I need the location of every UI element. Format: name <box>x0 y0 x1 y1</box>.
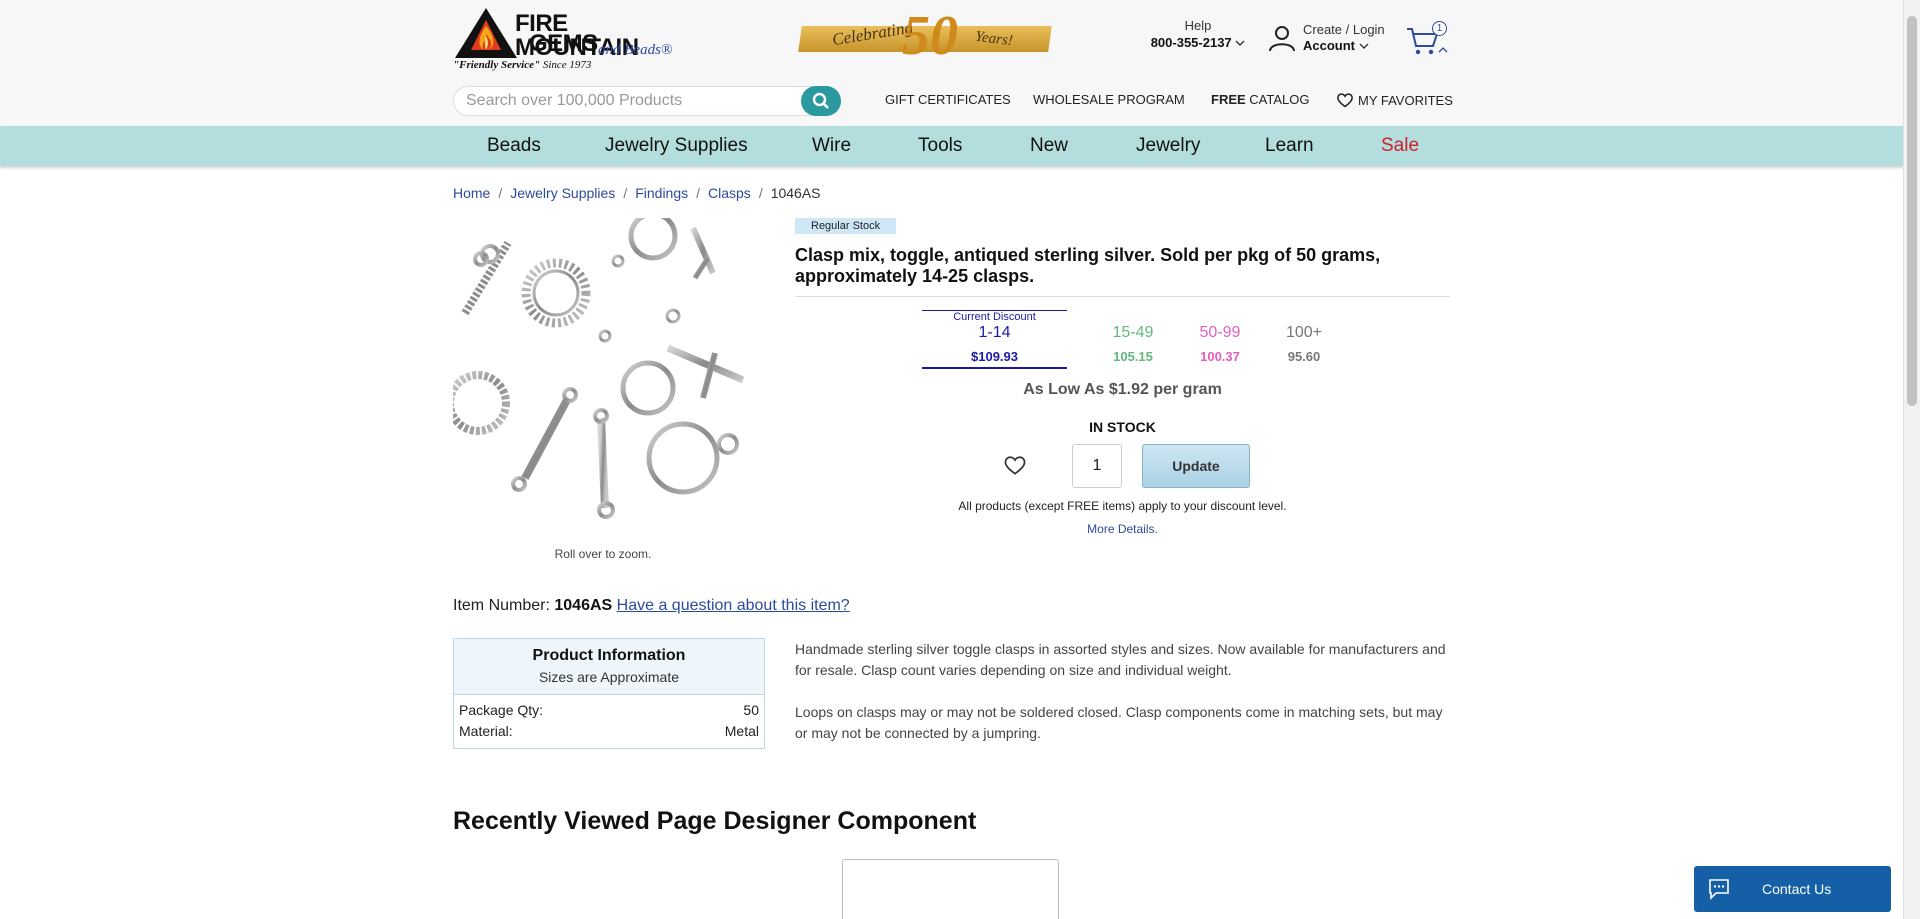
add-favorite-button[interactable] <box>1003 454 1027 481</box>
search-button[interactable] <box>801 86 841 116</box>
contact-us-button[interactable]: Contact Us <box>1694 866 1891 912</box>
help-phone: 800-355-2137 <box>1148 35 1248 50</box>
tier-qty-3: 50-99 <box>1199 324 1241 341</box>
stock-status: IN STOCK <box>1089 419 1156 435</box>
logo-beads: and Beads® <box>598 42 673 58</box>
gift-certificates-link[interactable]: GIFT CERTIFICATES <box>885 92 1011 107</box>
product-info-table: Product Information Sizes are Approximat… <box>453 638 765 749</box>
tier-price-2: 105.15 <box>1113 349 1153 364</box>
logo-text-line2: GEMS <box>529 30 598 57</box>
breadcrumb-findings[interactable]: Findings <box>635 185 688 201</box>
help-label: Help <box>1184 18 1212 33</box>
tier-qty-1: 1-14 <box>978 324 1011 341</box>
tier-qty-4: 100+ <box>1285 324 1323 341</box>
scrollbar-thumb[interactable] <box>1907 16 1917 406</box>
description-paragraph: Loops on clasps may or may not be solder… <box>795 704 1443 741</box>
clasp-photo <box>453 218 745 519</box>
item-number: Item Number: 1046AS Have a question abou… <box>453 597 850 614</box>
mountain-logo-icon <box>455 8 517 58</box>
recently-viewed-card[interactable] <box>842 859 1059 919</box>
title-divider <box>795 296 1450 297</box>
chevron-down-icon <box>1359 43 1369 49</box>
chevron-up-icon <box>1438 47 1448 53</box>
search-icon <box>812 92 829 109</box>
product-image[interactable] <box>453 218 753 520</box>
site-header: FIRE MOUNTAIN GEMS and Beads® "Friendly … <box>0 0 1903 126</box>
stock-type-badge: Regular Stock <box>795 218 897 234</box>
heart-icon <box>1004 456 1026 475</box>
tier-price-3: 100.37 <box>1200 349 1240 364</box>
tier-qty-2: 15-49 <box>1112 324 1154 341</box>
main-nav: Beads Jewelry Supplies Wire Tools New Je… <box>0 126 1903 166</box>
breadcrumb-clasps[interactable]: Clasps <box>708 185 751 201</box>
discount-note: All products (except FREE items) apply t… <box>958 499 1287 513</box>
user-icon <box>1269 26 1295 52</box>
nav-item-wire[interactable]: Wire <box>812 135 851 157</box>
nav-item-tools[interactable]: Tools <box>918 135 962 157</box>
wholesale-program-link[interactable]: WHOLESALE PROGRAM <box>1033 92 1185 107</box>
product-info-title: Product Information <box>532 647 686 664</box>
nav-item-beads[interactable]: Beads <box>487 135 541 157</box>
free-catalog-link[interactable]: FREE CATALOG <box>1211 92 1310 107</box>
nav-item-learn[interactable]: Learn <box>1265 135 1314 157</box>
chat-icon <box>1709 879 1729 900</box>
cart-count-badge: 1 <box>1432 21 1447 36</box>
recently-viewed-title: Recently Viewed Page Designer Component <box>453 807 977 835</box>
breadcrumb-home[interactable]: Home <box>453 185 490 201</box>
breadcrumb-jewelry-supplies[interactable]: Jewelry Supplies <box>510 185 615 201</box>
search-bar <box>453 86 841 116</box>
current-discount-underline <box>922 367 1067 369</box>
tier-price-1: $109.93 <box>971 349 1018 364</box>
product-info-row: Material: Metal <box>459 723 759 739</box>
my-favorites-link[interactable]: MY FAVORITES <box>1336 92 1453 108</box>
product-info-row: Package Qty: 50 <box>459 702 759 718</box>
quantity-input[interactable] <box>1072 444 1122 488</box>
product-title: Clasp mix, toggle, antiqued sterling sil… <box>795 245 1381 286</box>
heart-icon <box>1337 93 1353 108</box>
nav-item-jewelry-supplies[interactable]: Jewelry Supplies <box>605 135 748 157</box>
help-menu[interactable]: Help 800-355-2137 <box>1148 18 1248 50</box>
page-scrollbar[interactable] <box>1903 0 1920 919</box>
question-link[interactable]: Have a question about this item? <box>617 597 850 614</box>
search-input[interactable] <box>466 91 786 111</box>
logo-tagline: "Friendly Service" Since 1973 <box>453 59 592 71</box>
more-details-link[interactable]: More Details. <box>1050 522 1195 536</box>
product-description: Handmade sterling silver toggle clasps i… <box>795 639 1455 744</box>
anniversary-banner: Celebrating 50 Years! <box>798 6 1052 66</box>
breadcrumb: Home / Jewelry Supplies / Findings / Clasps/10… <box>453 185 821 201</box>
tier-price-4: 95.60 <box>1287 349 1321 364</box>
account-menu[interactable]: Create / Login Account <box>1268 20 1388 56</box>
contact-us-label: Contact Us <box>1762 881 1832 897</box>
nav-item-jewelry[interactable]: Jewelry <box>1136 135 1200 157</box>
site-logo[interactable]: FIRE MOUNTAIN GEMS and Beads® "Friendly … <box>453 6 683 72</box>
current-discount-label: Current Discount <box>922 310 1067 323</box>
account-login-label: Create / Login <box>1303 22 1385 37</box>
chevron-down-icon <box>1235 40 1245 46</box>
nav-item-new[interactable]: New <box>1030 135 1068 157</box>
product-info-subtitle: Sizes are Approximate <box>538 669 680 685</box>
breadcrumb-current: 1046AS <box>770 185 821 201</box>
description-paragraph: Handmade sterling silver toggle clasps i… <box>795 641 1446 678</box>
zoom-hint: Roll over to zoom. <box>554 547 652 561</box>
cart-button[interactable]: 1 <box>1406 20 1450 56</box>
as-low-as-price: As Low As $1.92 per gram <box>1023 381 1222 398</box>
account-label: Account <box>1303 38 1369 53</box>
update-button[interactable]: Update <box>1142 444 1250 488</box>
nav-item-sale[interactable]: Sale <box>1381 135 1419 157</box>
anniversary-number: 50 <box>902 5 958 67</box>
